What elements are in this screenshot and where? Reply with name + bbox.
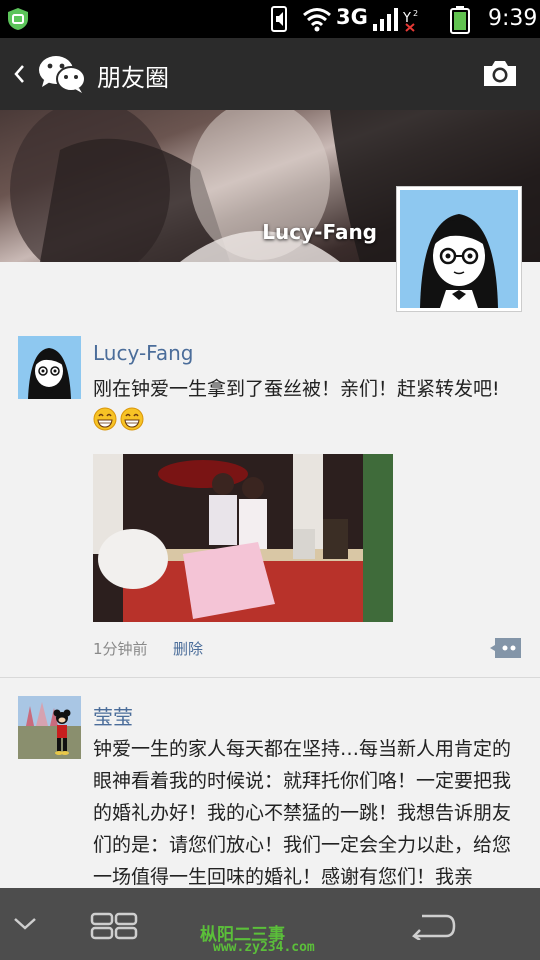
grin-emoji-icon bbox=[120, 407, 144, 431]
post-avatar[interactable] bbox=[18, 336, 81, 399]
cover-owner-name: Lucy-Fang bbox=[262, 220, 377, 244]
divider bbox=[0, 677, 540, 678]
network-type: 3G bbox=[336, 5, 368, 29]
camera-icon[interactable] bbox=[482, 58, 518, 88]
watermark-url: www.zy234.com bbox=[213, 940, 315, 955]
svg-text:2: 2 bbox=[413, 9, 418, 18]
post-username[interactable]: Lucy-Fang bbox=[93, 341, 193, 365]
cover-avatar[interactable] bbox=[396, 186, 522, 312]
post-photo[interactable] bbox=[93, 454, 393, 622]
collapse-icon[interactable] bbox=[12, 912, 38, 934]
avatar-image bbox=[400, 190, 518, 308]
post-text: 钟爱一生的家人每天都在坚持…每当新人用肯定的眼神看着我的时候说：就拜托你们咯！一… bbox=[93, 733, 513, 893]
title-bar: 朋友圈 bbox=[0, 38, 540, 110]
clock: 9:39 bbox=[488, 6, 538, 31]
recent-apps-icon[interactable] bbox=[90, 912, 138, 940]
post-avatar[interactable] bbox=[18, 696, 81, 759]
comment-icon[interactable] bbox=[489, 636, 523, 660]
battery-icon bbox=[450, 6, 470, 34]
post-text-content: 刚在钟爱一生拿到了蚕丝被！亲们！赶紧转发吧! bbox=[93, 378, 500, 400]
grin-emoji-icon bbox=[93, 407, 117, 431]
back-arrow-icon[interactable] bbox=[410, 912, 456, 940]
page-title: 朋友圈 bbox=[97, 64, 169, 92]
shield-icon bbox=[8, 8, 28, 30]
photo-image bbox=[93, 454, 393, 622]
sim-icon: Y 2 bbox=[402, 9, 418, 32]
wechat-icon[interactable] bbox=[38, 54, 86, 94]
signal-icon bbox=[373, 8, 398, 31]
post-text: 刚在钟爱一生拿到了蚕丝被！亲们！赶紧转发吧! bbox=[93, 373, 513, 437]
wifi-icon bbox=[303, 8, 331, 32]
post-text-content: 钟爱一生的家人每天都在坚持…每当新人用肯定的眼神看着我的时候说：就拜托你们咯！一… bbox=[93, 738, 512, 888]
mute-icon bbox=[271, 6, 287, 32]
back-icon[interactable] bbox=[12, 60, 26, 88]
post-time: 1分钟前 bbox=[93, 640, 148, 658]
post-username[interactable]: 莹莹 bbox=[93, 701, 133, 730]
delete-link[interactable]: 删除 bbox=[173, 638, 203, 659]
status-bar: 3G Y 2 9:39 bbox=[0, 0, 540, 38]
